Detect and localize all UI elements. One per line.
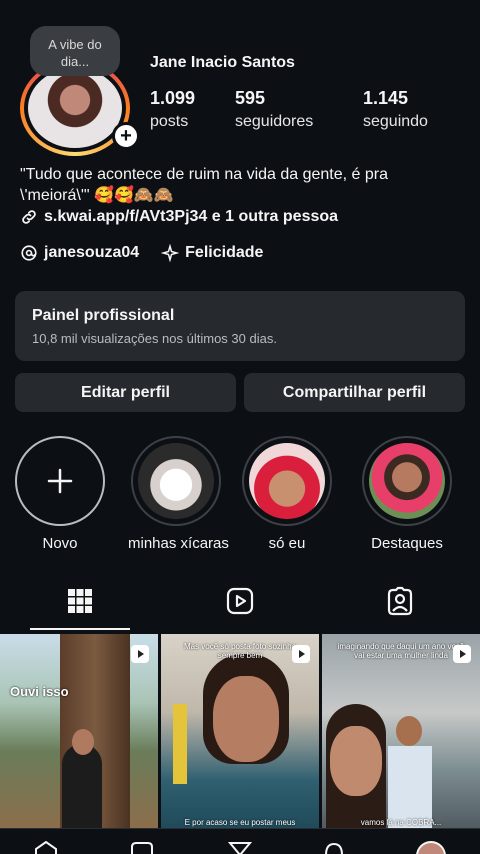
grid-post[interactable]: imaginando que daqui um ano você vai est… bbox=[322, 634, 480, 830]
threads-row: janesouza04 Felicidade bbox=[20, 244, 263, 262]
dashboard-title: Painel profissional bbox=[32, 307, 175, 324]
highlight-circle bbox=[131, 436, 221, 526]
followers-count: 595 bbox=[235, 88, 266, 108]
note-text: A vibe do dia... bbox=[48, 37, 102, 69]
grid-post[interactable]: Mas você só posta foto sozinha sempre be… bbox=[161, 634, 319, 830]
highlight-label: Destaques bbox=[371, 535, 443, 552]
post-caption-bottom: E por acaso se eu postar meus bbox=[184, 818, 296, 827]
followers-label: seguidores bbox=[235, 113, 314, 130]
category-label[interactable]: Felicidade bbox=[185, 244, 263, 262]
bottom-nav bbox=[0, 828, 480, 854]
tagged-icon[interactable] bbox=[385, 586, 415, 616]
bio-link-text: s.kwai.app/f/AVt3Pj34 e 1 outra pessoa bbox=[44, 208, 339, 225]
reels-icon[interactable] bbox=[225, 586, 255, 616]
highlight-label: minhas xícaras bbox=[128, 535, 229, 552]
threads-icon bbox=[21, 245, 37, 261]
highlight-cover bbox=[369, 443, 445, 519]
note-bubble[interactable]: A vibe do dia... bbox=[30, 26, 120, 76]
highlight-circle bbox=[242, 436, 332, 526]
highlight-circle bbox=[362, 436, 452, 526]
send-icon[interactable] bbox=[228, 841, 252, 854]
avatar-border bbox=[24, 64, 126, 152]
reels-nav-icon[interactable] bbox=[130, 841, 154, 854]
add-story-icon[interactable]: + bbox=[112, 122, 140, 150]
edit-profile-button[interactable]: Editar perfil bbox=[15, 373, 236, 412]
sparkle-icon bbox=[161, 244, 180, 262]
posts-stat[interactable]: 1.099 posts bbox=[150, 88, 195, 131]
highlight-so-eu[interactable]: só eu bbox=[239, 436, 335, 552]
bio-text: "Tudo que acontece de ruim na vida da ge… bbox=[20, 166, 388, 204]
followers-stat[interactable]: 595 seguidores bbox=[235, 88, 313, 131]
new-highlight-circle bbox=[15, 436, 105, 526]
professional-dashboard[interactable]: Painel profissional 10,8 mil visualizaçõ… bbox=[15, 291, 465, 361]
active-tab-indicator bbox=[30, 628, 130, 630]
highlight-new[interactable]: Novo bbox=[12, 436, 108, 552]
following-stat[interactable]: 1.145 seguindo bbox=[363, 88, 428, 131]
highlight-destaques[interactable]: Destaques bbox=[359, 436, 455, 552]
following-label: seguindo bbox=[363, 113, 428, 130]
grid-icon[interactable] bbox=[65, 586, 95, 616]
grid-post[interactable]: Ouvi isso bbox=[0, 634, 158, 830]
bio-link[interactable]: s.kwai.app/f/AVt3Pj34 e 1 outra pessoa bbox=[20, 208, 338, 226]
posts-label: posts bbox=[150, 113, 189, 130]
search-icon[interactable] bbox=[322, 841, 346, 854]
post-caption-bottom: vamos lá na COBRA... bbox=[360, 818, 442, 827]
reel-badge-icon bbox=[292, 645, 310, 663]
dashboard-subtitle: 10,8 mil visualizações nos últimos 30 di… bbox=[32, 331, 277, 346]
link-icon bbox=[22, 210, 36, 224]
following-count: 1.145 bbox=[363, 88, 409, 108]
plus-icon bbox=[47, 468, 73, 494]
threads-handle[interactable]: janesouza04 bbox=[44, 244, 139, 262]
posts-count: 1.099 bbox=[150, 88, 196, 108]
post-caption: Ouvi isso bbox=[10, 684, 69, 699]
reel-badge-icon bbox=[131, 645, 149, 663]
reel-badge-icon bbox=[453, 645, 471, 663]
highlight-cover bbox=[138, 443, 214, 519]
home-icon[interactable] bbox=[34, 841, 58, 854]
profile-name: Jane Inacio Santos bbox=[150, 54, 295, 71]
highlight-minhas-xicaras[interactable]: minhas xícaras bbox=[128, 436, 229, 552]
profile-tabs bbox=[0, 576, 480, 632]
profile-nav-avatar[interactable] bbox=[416, 841, 446, 854]
highlight-cover bbox=[249, 443, 325, 519]
avatar[interactable] bbox=[28, 68, 122, 148]
highlight-label: Novo bbox=[42, 535, 78, 552]
share-profile-button[interactable]: Compartilhar perfil bbox=[244, 373, 465, 412]
highlight-label: só eu bbox=[268, 535, 306, 552]
posts-grid: Ouvi isso Mas você só posta foto sozinha… bbox=[0, 634, 480, 830]
